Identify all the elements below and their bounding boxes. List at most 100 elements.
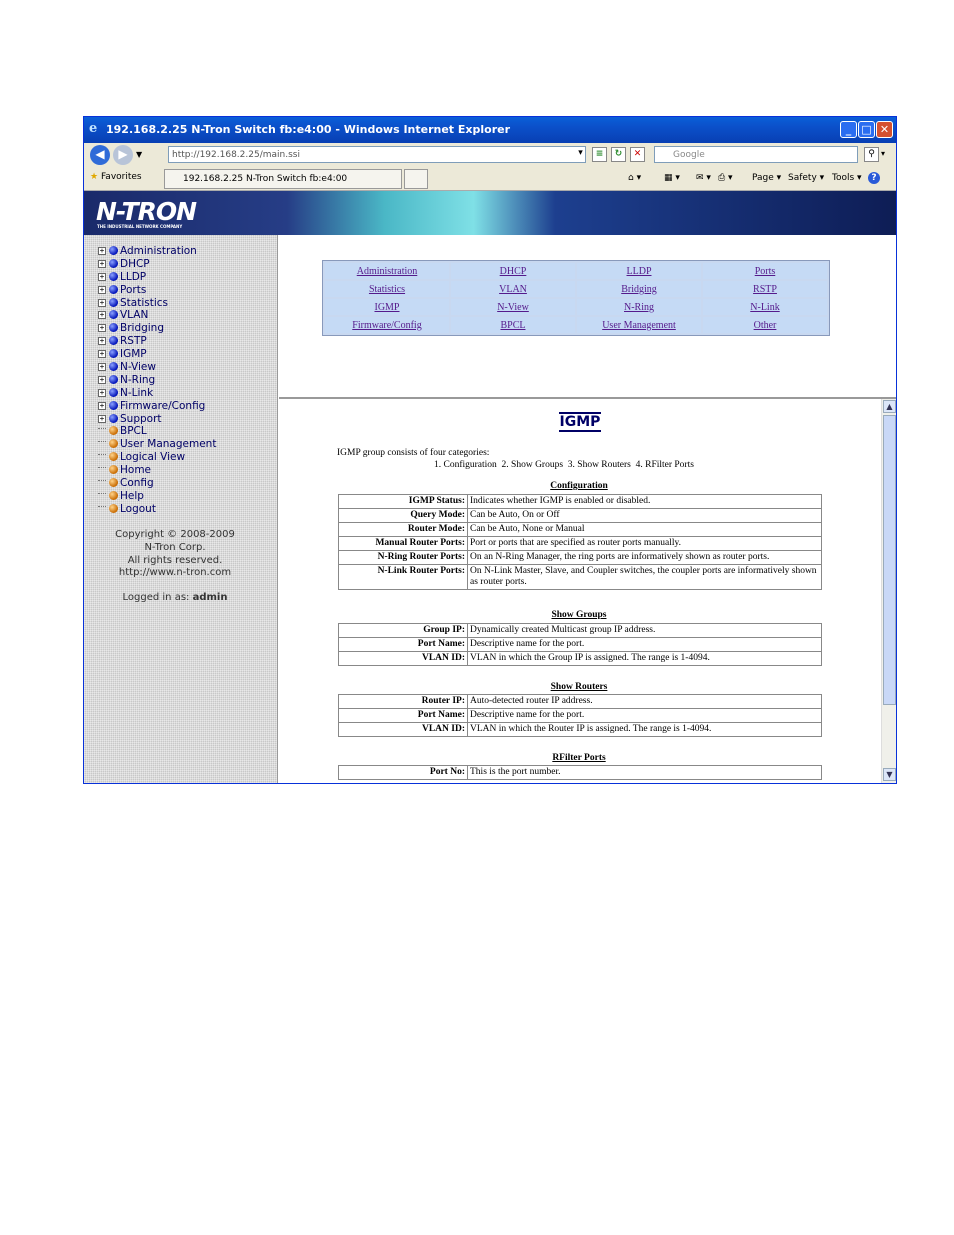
- sidebar-item-label: IGMP: [120, 348, 147, 361]
- scroll-thumb[interactable]: [883, 415, 896, 705]
- sidebar-item[interactable]: + LLDP: [98, 271, 216, 284]
- active-tab[interactable]: 192.168.2.25 N-Tron Switch fb:e4:00: [164, 169, 402, 189]
- scroll-down-icon[interactable]: ▼: [883, 768, 896, 781]
- sidebar-item[interactable]: + DHCP: [98, 258, 216, 271]
- vertical-scrollbar[interactable]: ▲ ▼: [881, 399, 896, 783]
- table-row: IGMP Status: Indicates whether IGMP is en…: [338, 494, 822, 509]
- sidebar-item-label: LLDP: [120, 270, 147, 283]
- sidebar-item[interactable]: Logical View: [98, 451, 216, 464]
- sidebar-item[interactable]: + Firmware/Config: [98, 400, 216, 413]
- field-description: VLAN in which the Group IP is assigned. …: [467, 651, 822, 666]
- sidebar-item[interactable]: User Management: [98, 438, 216, 451]
- home-icon[interactable]: ⌂ ▾: [628, 173, 641, 183]
- expand-icon[interactable]: +: [98, 285, 106, 294]
- nav-link[interactable]: VLAN: [499, 284, 527, 295]
- sidebar-item[interactable]: + Bridging: [98, 322, 216, 335]
- expand-icon[interactable]: +: [98, 388, 106, 397]
- print-icon[interactable]: ⎙ ▾: [718, 173, 733, 183]
- sidebar-item[interactable]: + RSTP: [98, 335, 216, 348]
- expand-icon[interactable]: +: [98, 414, 106, 423]
- expand-icon[interactable]: +: [98, 311, 106, 320]
- nav-link[interactable]: Bridging: [621, 284, 657, 295]
- field-description: This is the port number.: [467, 765, 822, 780]
- tools-menu[interactable]: Tools ▾: [832, 173, 862, 183]
- section-table: Group IP: Dynamically created Multicast g…: [338, 623, 822, 666]
- safety-menu[interactable]: Safety ▾: [788, 173, 824, 183]
- section-heading: Configuration: [550, 481, 608, 491]
- expand-icon[interactable]: +: [98, 350, 106, 359]
- nav-link[interactable]: IGMP: [374, 302, 399, 313]
- sidebar-item[interactable]: + Administration: [98, 245, 216, 258]
- sidebar-item[interactable]: Help: [98, 490, 216, 503]
- nav-cell: DHCP: [451, 263, 575, 279]
- address-input[interactable]: http://192.168.2.25/main.ssi: [168, 146, 586, 163]
- new-tab-button[interactable]: [404, 169, 428, 189]
- sidebar-item[interactable]: + IGMP: [98, 348, 216, 361]
- logged-in-user: admin: [192, 592, 228, 603]
- field-description: Port or ports that are specified as rout…: [467, 536, 822, 551]
- sidebar: + Administration + DHCP + LLDP + Ports + Statisti…: [84, 235, 278, 783]
- expand-icon[interactable]: +: [98, 259, 106, 268]
- page-content: N-TRON THE INDUSTRIAL NETWORK COMPANY + A…: [84, 191, 896, 783]
- page-menu[interactable]: Page ▾: [752, 173, 781, 183]
- table-row: Port No: This is the port number.: [338, 765, 822, 780]
- sidebar-item[interactable]: BPCL: [98, 425, 216, 438]
- sidebar-item[interactable]: Home: [98, 464, 216, 477]
- favorites-button[interactable]: ★ Favorites: [90, 172, 142, 182]
- folder-bullet-icon: [109, 413, 118, 423]
- sidebar-item[interactable]: + Statistics: [98, 297, 216, 310]
- nav-link[interactable]: DHCP: [500, 266, 527, 277]
- history-dropdown-icon[interactable]: ▼: [136, 150, 142, 159]
- sidebar-item[interactable]: + Ports: [98, 284, 216, 297]
- table-row: Router IP: Auto-detected router IP addres…: [338, 694, 822, 709]
- nav-cell: Statistics: [325, 281, 449, 297]
- sidebar-item[interactable]: + N-View: [98, 361, 216, 374]
- expand-icon[interactable]: +: [98, 363, 106, 372]
- search-input[interactable]: Google: [654, 146, 858, 163]
- stop-icon[interactable]: ✕: [630, 147, 645, 162]
- expand-icon[interactable]: +: [98, 247, 106, 255]
- expand-icon[interactable]: +: [98, 375, 106, 384]
- sidebar-item[interactable]: + N-Ring: [98, 374, 216, 387]
- nav-cell: IGMP: [325, 299, 449, 315]
- nav-link[interactable]: N-Link: [750, 302, 779, 313]
- search-options-icon[interactable]: ▾: [881, 149, 885, 158]
- expand-icon[interactable]: +: [98, 272, 106, 281]
- nav-link[interactable]: Other: [754, 320, 777, 331]
- sidebar-item[interactable]: Logout: [98, 503, 216, 516]
- compatibility-icon[interactable]: ≡: [592, 147, 607, 162]
- sidebar-item[interactable]: + VLAN: [98, 309, 216, 322]
- nav-link[interactable]: N-View: [497, 302, 529, 313]
- mail-icon[interactable]: ✉ ▾: [696, 173, 711, 183]
- nav-link[interactable]: Statistics: [369, 284, 405, 295]
- minimize-button[interactable]: _: [840, 121, 857, 138]
- refresh-icon[interactable]: ↻: [611, 147, 626, 162]
- search-icon[interactable]: ⚲: [864, 147, 879, 162]
- maximize-button[interactable]: □: [858, 121, 875, 138]
- nav-link[interactable]: Ports: [755, 266, 776, 277]
- expand-icon[interactable]: +: [98, 324, 106, 333]
- nav-link[interactable]: Administration: [357, 266, 418, 277]
- sidebar-item[interactable]: + N-Link: [98, 387, 216, 400]
- close-button[interactable]: ✕: [876, 121, 893, 138]
- expand-icon[interactable]: +: [98, 401, 106, 410]
- nav-link[interactable]: User Management: [602, 320, 676, 331]
- nav-link[interactable]: N-Ring: [624, 302, 654, 313]
- nav-link[interactable]: RSTP: [753, 284, 777, 295]
- nav-link[interactable]: LLDP: [627, 266, 652, 277]
- expand-icon[interactable]: +: [98, 298, 106, 307]
- nav-cell: BPCL: [451, 317, 575, 333]
- section-table: IGMP Status: Indicates whether IGMP is en…: [338, 494, 822, 590]
- folder-bullet-icon: [109, 323, 118, 333]
- address-dropdown-icon[interactable]: ▾: [573, 147, 588, 162]
- expand-icon[interactable]: +: [98, 337, 106, 346]
- feeds-icon[interactable]: ▦ ▾: [664, 173, 680, 183]
- forward-button[interactable]: ▶: [113, 145, 133, 165]
- back-button[interactable]: ◀: [90, 145, 110, 165]
- nav-link[interactable]: BPCL: [500, 320, 525, 331]
- help-icon[interactable]: ?: [868, 172, 880, 184]
- scroll-up-icon[interactable]: ▲: [883, 400, 896, 413]
- sidebar-item[interactable]: + Support: [98, 413, 216, 426]
- nav-link[interactable]: Firmware/Config: [352, 320, 421, 331]
- sidebar-item[interactable]: Config: [98, 477, 216, 490]
